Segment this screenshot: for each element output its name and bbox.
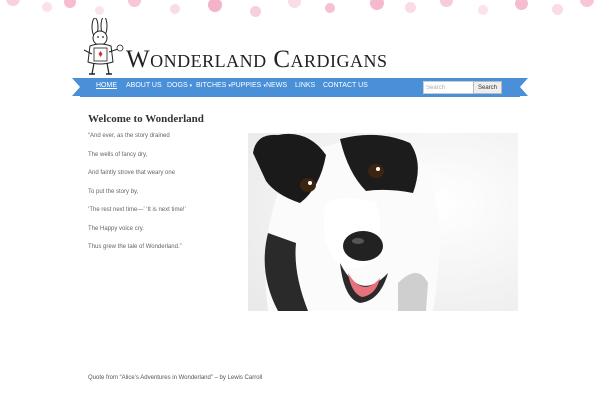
chevron-down-icon: ▾ [189,83,193,89]
nav-item-news[interactable]: NEWS [266,82,287,89]
poem-line: “And ever, as the story drained [88,133,170,139]
site-title[interactable]: Wonderland Cardigans [126,46,388,74]
nav-item-dogs[interactable]: DOGS ▾ [167,82,192,89]
nav-item-bitches[interactable]: BITCHES ▾ [196,82,231,89]
nav-item-label: DOGS [167,82,188,89]
nav-item-links[interactable]: LINKS [295,82,315,89]
site-header: Wonderland Cardigans [80,16,520,78]
nav-item-label: NEWS [266,82,287,89]
nav-item-home[interactable]: HOME [96,82,117,89]
poem-line: Thus grew the tale of Wonderland.” [88,244,182,250]
nav-item-contact-us[interactable]: CONTACT US [323,82,368,89]
page-title: Welcome to Wonderland [88,113,204,126]
poem-line: The wells of fancy dry, [88,151,148,158]
search-button[interactable]: Search [473,81,502,94]
poem-line: The Happy voice cry. [88,225,144,232]
dog-photo [248,133,518,311]
white-rabbit-icon[interactable] [80,16,124,76]
nav-item-label: ABOUT US [126,82,162,89]
poem-line: ‘The rest next time—’ ‘It is next time!’ [88,207,186,213]
search-input[interactable] [423,81,475,94]
poem-line: And faintly strove that weary one [88,170,176,176]
nav-item-label: HOME [96,82,117,89]
footer-quote: Quote from “Alice’s Adventures in Wonder… [88,375,263,381]
nav-item-about-us[interactable]: ABOUT US [126,82,162,89]
nav-item-label: PUPPIES [231,82,262,89]
poem-line: To put the story by, [88,188,139,195]
nav-item-label: LINKS [295,82,316,89]
nav-item-label: BITCHES [196,82,227,89]
nav-item-label: CONTACT US [323,82,368,89]
poem-text: “And ever, as the story drained The well… [88,133,238,263]
nav-item-puppies[interactable]: PUPPIES ▾ [231,82,266,89]
